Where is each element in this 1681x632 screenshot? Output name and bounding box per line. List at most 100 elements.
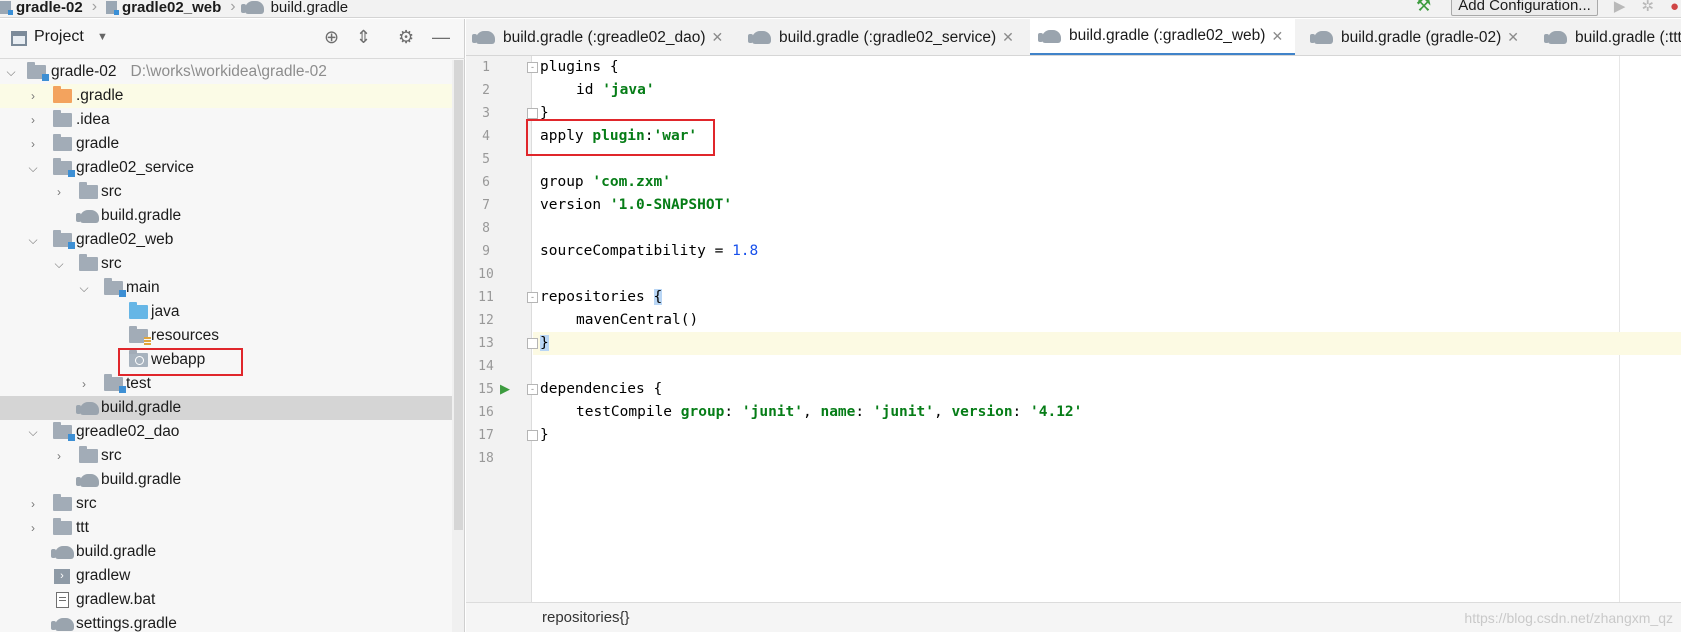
chevron-right-icon[interactable]: › — [26, 89, 40, 103]
tree-item-build-gradle-selected[interactable]: build.gradle — [0, 396, 453, 420]
chevron-right-icon[interactable]: › — [26, 137, 40, 151]
code-line-7: version '1.0-SNAPSHOT' — [540, 197, 733, 213]
locate-file-icon[interactable]: ⊕ — [324, 27, 339, 48]
chevron-down-icon[interactable]: ▼ — [97, 31, 108, 43]
chevron-right-icon[interactable]: › — [77, 377, 91, 391]
breadcrumb-file[interactable]: build.gradle — [240, 0, 348, 16]
tree-item-label: src — [76, 495, 97, 512]
gradle-file-icon — [472, 31, 495, 44]
tree-item-gradle[interactable]: › gradle — [0, 132, 453, 156]
minimize-icon[interactable]: — — [432, 27, 450, 48]
tree-item-resources[interactable]: resources — [0, 324, 453, 348]
folder-icon — [53, 134, 72, 151]
tree-item-src[interactable]: › src — [0, 492, 453, 516]
source-set-folder-icon — [104, 374, 126, 393]
line-number: 18 — [478, 451, 494, 466]
tree-item-gradle02-service[interactable]: ⌵ gradle02_service — [0, 156, 453, 180]
tree-item-build-gradle[interactable]: build.gradle — [0, 468, 453, 492]
tab-label: build.gradle (:ttt — [1575, 28, 1681, 46]
gear-icon[interactable]: ⚙ — [398, 27, 414, 48]
add-configuration-button[interactable]: Add Configuration... — [1451, 0, 1598, 16]
project-view-selector[interactable]: Project — [34, 28, 84, 46]
chevron-right-icon[interactable]: › — [52, 449, 66, 463]
resources-folder-icon — [129, 326, 151, 346]
line-number: 3 — [482, 106, 490, 121]
chevron-down-icon[interactable]: ⌵ — [26, 425, 40, 440]
code-line-17: } — [540, 427, 549, 443]
tree-item-build-gradle[interactable]: build.gradle — [0, 540, 453, 564]
fold-end-icon[interactable] — [527, 430, 538, 441]
code-breadcrumb[interactable]: repositories{} — [542, 609, 630, 626]
close-icon[interactable]: ✕ — [1507, 29, 1519, 46]
run-gutter-icon[interactable]: ▶ — [500, 381, 510, 397]
tree-item-src[interactable]: › src — [0, 180, 453, 204]
chevron-right-icon[interactable]: › — [52, 185, 66, 199]
close-icon[interactable]: ✕ — [1271, 28, 1283, 45]
annotation-box-apply-plugin — [526, 119, 715, 156]
tree-item-main[interactable]: ⌵ main — [0, 276, 453, 300]
tree-item-gradlew-bat[interactable]: gradlew.bat — [0, 588, 453, 612]
chevron-down-icon[interactable]: ⌵ — [26, 233, 40, 248]
tab-build-gradle-ttt[interactable]: build.gradle (:ttt — [1544, 19, 1681, 55]
chevron-down-icon[interactable]: ⌵ — [77, 281, 91, 296]
breadcrumb: gradle-02 › gradle02_web › build.gradle — [0, 0, 348, 18]
tree-item-settings-gradle[interactable]: settings.gradle — [0, 612, 453, 632]
tree-item-greadle02-dao[interactable]: ⌵ greadle02_dao — [0, 420, 453, 444]
chevron-down-icon[interactable]: ⌵ — [4, 65, 18, 80]
chevron-right-icon[interactable]: › — [26, 497, 40, 511]
tab-label: build.gradle (:greadle02_dao) — [503, 28, 706, 46]
folder-icon — [53, 518, 72, 535]
gradle-file-icon — [240, 0, 264, 14]
project-panel-header: Project ▼ ⊕ ⇕ ⚙ — — [0, 19, 465, 59]
run-icon[interactable]: ▶ — [1614, 0, 1626, 15]
gradle-file-icon — [1310, 31, 1333, 44]
chevron-right-icon[interactable]: › — [26, 521, 40, 535]
breadcrumb-module[interactable]: gradle02_web — [106, 0, 221, 16]
project-icon — [11, 31, 27, 46]
fold-end-icon[interactable] — [527, 338, 538, 349]
tree-item-gradle02-web[interactable]: ⌵ gradle02_web — [0, 228, 453, 252]
debug-icon[interactable]: ✲ — [1641, 0, 1654, 15]
tree-item-java[interactable]: java — [0, 300, 453, 324]
breadcrumb-project[interactable]: gradle-02 — [0, 0, 83, 16]
tree-item-build-gradle[interactable]: build.gradle — [0, 204, 453, 228]
close-icon[interactable]: ✕ — [1002, 29, 1014, 46]
fold-minus-icon[interactable]: - — [527, 384, 538, 395]
fold-minus-icon[interactable]: - — [527, 62, 538, 73]
tree-item-idea[interactable]: › .idea — [0, 108, 453, 132]
chevron-right-icon: › — [230, 0, 236, 15]
tree-item-label: resources — [151, 327, 220, 344]
project-scrollbar-thumb[interactable] — [454, 60, 463, 530]
tab-build-gradle-web[interactable]: build.gradle (:gradle02_web) ✕ — [1030, 19, 1296, 55]
editor-breadcrumb-bar: repositories{} https://blog.csdn.net/zha… — [466, 602, 1681, 632]
tab-build-gradle-service[interactable]: build.gradle (:gradle02_service) ✕ — [748, 19, 1014, 55]
chevron-down-icon[interactable]: ⌵ — [26, 161, 40, 176]
tree-item-label: build.gradle — [76, 543, 157, 560]
tree-item-root[interactable]: ⌵ gradle-02 D:\works\workidea\gradle-02 — [0, 60, 453, 84]
tree-item-label: gradle-02 — [51, 63, 117, 80]
chevron-right-icon[interactable]: › — [26, 113, 40, 127]
close-icon[interactable]: ✕ — [712, 29, 724, 46]
coverage-icon[interactable]: ● — [1670, 0, 1679, 15]
run-toolbar: ⚒ Add Configuration... ▶ ✲ ● — [1416, 0, 1681, 17]
chevron-down-icon[interactable]: ⌵ — [52, 257, 66, 272]
tab-build-gradle-dao[interactable]: build.gradle (:greadle02_dao) ✕ — [472, 19, 724, 55]
tree-item-gradlew[interactable]: › gradlew — [0, 564, 453, 588]
fold-minus-icon[interactable]: - — [527, 292, 538, 303]
line-number: 1 — [482, 60, 490, 75]
tab-build-gradle-root[interactable]: build.gradle (gradle-02) ✕ — [1310, 19, 1519, 55]
tree-item-dot-gradle[interactable]: › .gradle — [0, 84, 453, 108]
tree-item-label: java — [151, 303, 180, 320]
line-number: 4 — [482, 129, 490, 144]
build-hammer-icon[interactable]: ⚒ — [1416, 0, 1431, 16]
code-line-15: dependencies { — [540, 381, 663, 397]
collapse-all-icon[interactable]: ⇕ — [356, 27, 371, 48]
module-folder-icon — [53, 158, 75, 177]
folder-icon — [79, 254, 98, 271]
current-line-highlight — [533, 332, 1681, 355]
tree-item-src[interactable]: ⌵ src — [0, 252, 453, 276]
tree-item-label: greadle02_dao — [76, 423, 180, 440]
tree-item-src[interactable]: › src — [0, 444, 453, 468]
fold-end-icon[interactable] — [527, 108, 538, 119]
tree-item-ttt[interactable]: › ttt — [0, 516, 453, 540]
